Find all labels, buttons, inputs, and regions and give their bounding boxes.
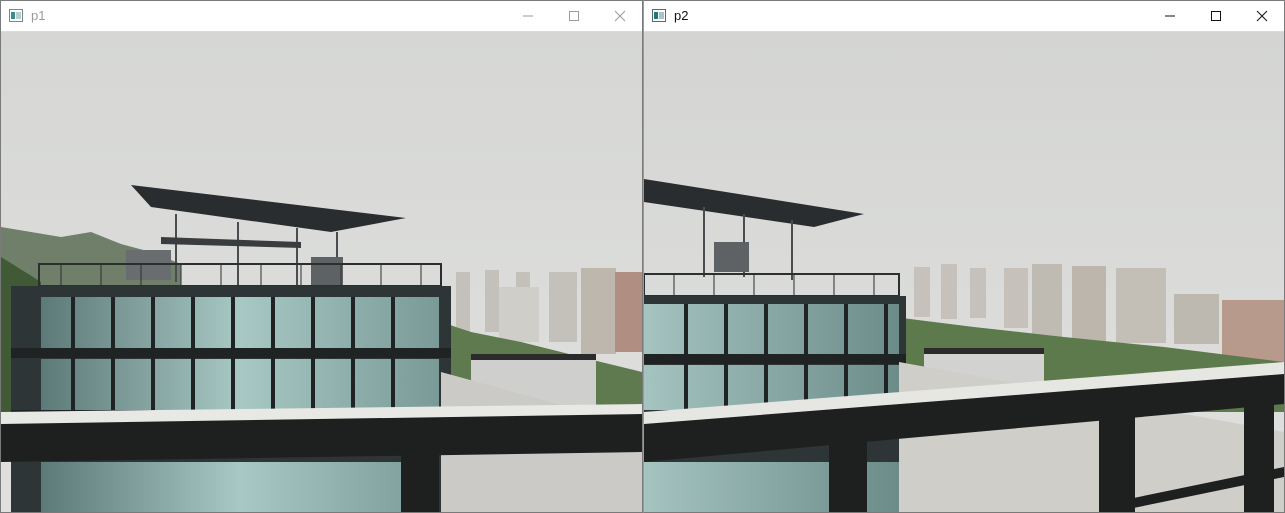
close-button[interactable]: [597, 1, 642, 31]
maximize-icon: [569, 11, 579, 21]
photo-p2: [644, 32, 1284, 512]
image-canvas[interactable]: [644, 32, 1284, 512]
close-button[interactable]: [1239, 1, 1284, 31]
window-title: p1: [31, 8, 46, 23]
image-window-p1[interactable]: p1: [0, 0, 643, 513]
image-canvas[interactable]: [1, 32, 642, 512]
image-window-icon: [9, 9, 23, 22]
close-icon: [614, 10, 626, 22]
minimize-icon: [523, 15, 533, 17]
minimize-button[interactable]: [505, 1, 551, 31]
window-title: p2: [674, 8, 689, 23]
maximize-button[interactable]: [1193, 1, 1239, 31]
minimize-button[interactable]: [1147, 1, 1193, 31]
photo-p1: [1, 32, 642, 512]
title-bar[interactable]: p1: [1, 1, 642, 32]
maximize-button[interactable]: [551, 1, 597, 31]
image-window-p2[interactable]: p2: [643, 0, 1285, 513]
close-icon: [1256, 10, 1268, 22]
minimize-icon: [1165, 15, 1175, 17]
title-bar[interactable]: p2: [644, 1, 1284, 32]
maximize-icon: [1211, 11, 1221, 21]
image-window-icon: [652, 9, 666, 22]
